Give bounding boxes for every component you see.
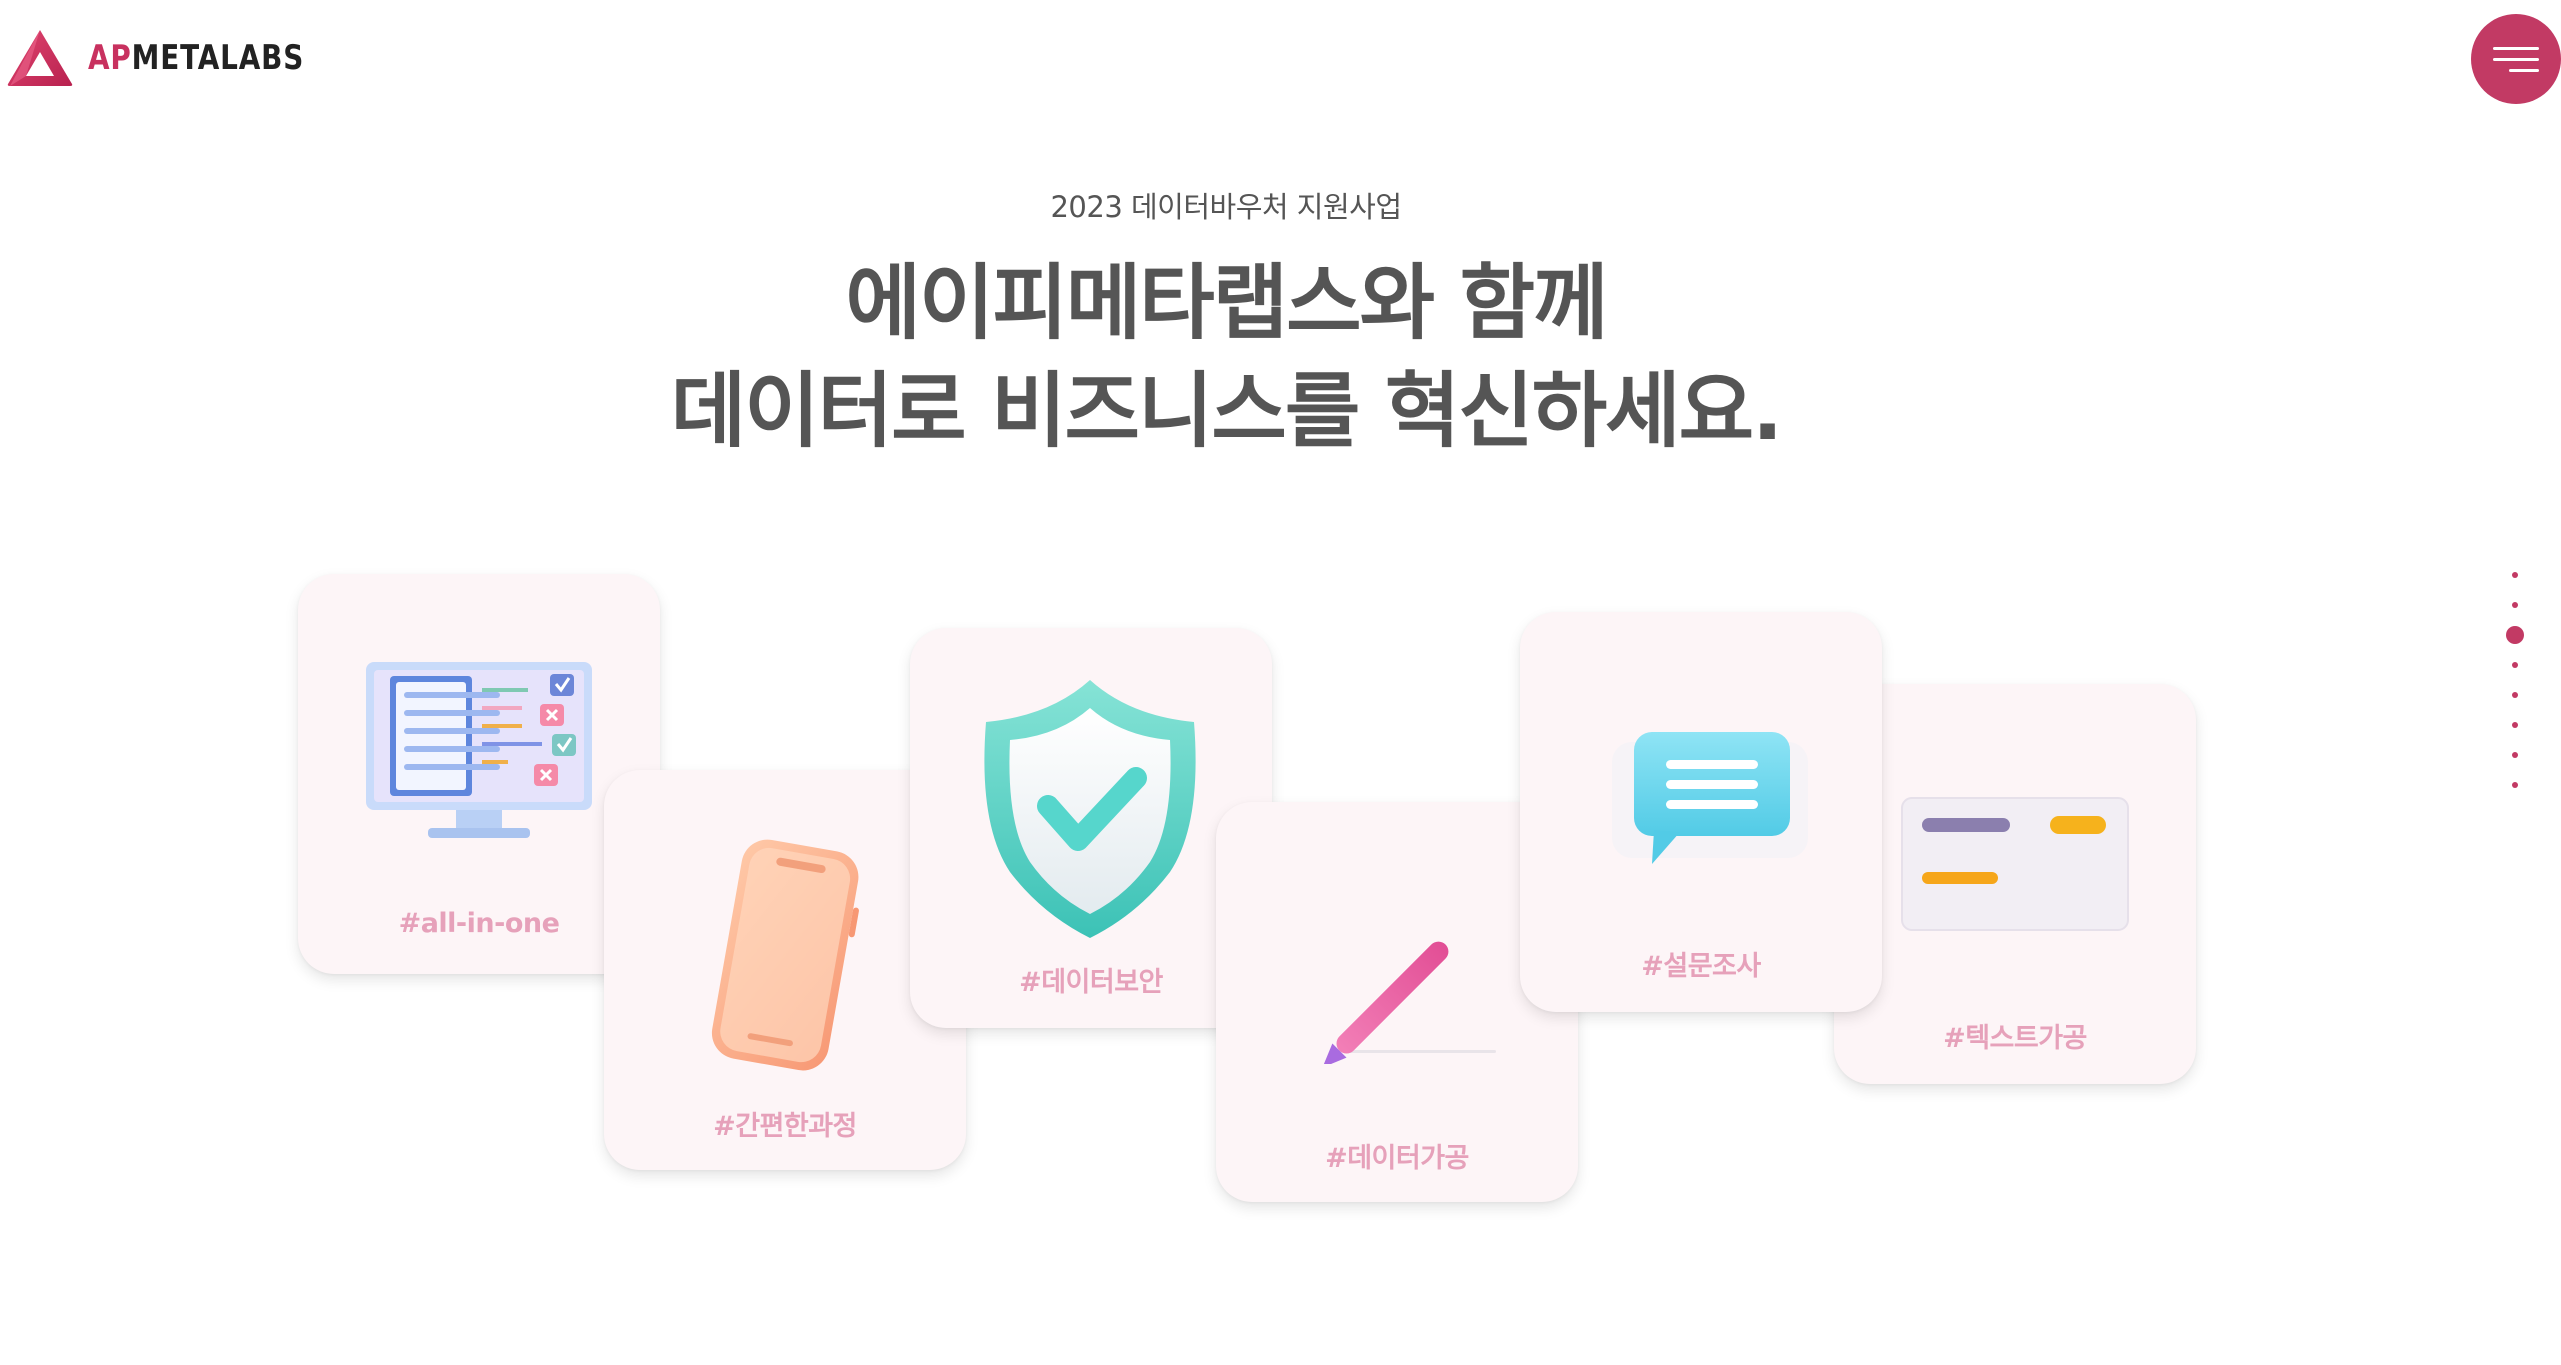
logo-text-ap: AP [88,38,132,78]
text-card-icon [1901,797,2129,931]
hero-subtitle: 2023 데이터바우처 지원사업 [1050,190,1402,224]
pagination-dot[interactable] [2512,722,2518,728]
card-tag: #간편한과정 [713,1111,857,1142]
pagination-dot[interactable] [2512,662,2518,668]
logo-triangle-icon [7,30,73,86]
smartphone-icon [711,839,859,1071]
speech-bubble-icon [1612,732,1808,864]
logo-text-metalabs: METALABS [131,38,305,78]
pagination-dot-active[interactable] [2506,626,2524,644]
hamburger-line [2509,68,2539,72]
hero-headline-line1: 에이피메타랩스와 함께 [845,256,1609,351]
pen-icon [1322,941,1496,1064]
card-survey[interactable]: #설문조사 [1520,612,1882,1012]
card-tag: #데이터가공 [1325,1143,1469,1174]
hero-headline-line2: 데이터로 비즈니스를 혁신하세요. [670,364,1783,459]
pagination-dot[interactable] [2512,602,2518,608]
card-tag: #텍스트가공 [1943,1023,2087,1054]
pagination-dot[interactable] [2512,692,2518,698]
pagination-dot[interactable] [2512,572,2518,578]
logo-text: AP METALABS [88,38,304,78]
pagination-dot[interactable] [2512,752,2518,758]
logo[interactable]: AP METALABS [6,28,352,88]
hamburger-line [2493,57,2539,61]
card-text-processing[interactable]: #텍스트가공 [1834,684,2196,1084]
pagination-dot[interactable] [2512,782,2518,788]
shield-check-icon [984,680,1196,938]
hamburger-menu-icon [2493,46,2539,50]
card-tag: #설문조사 [1641,951,1761,982]
hamburger-menu-button[interactable] [2471,14,2561,104]
monitor-checklist-icon [366,662,592,838]
